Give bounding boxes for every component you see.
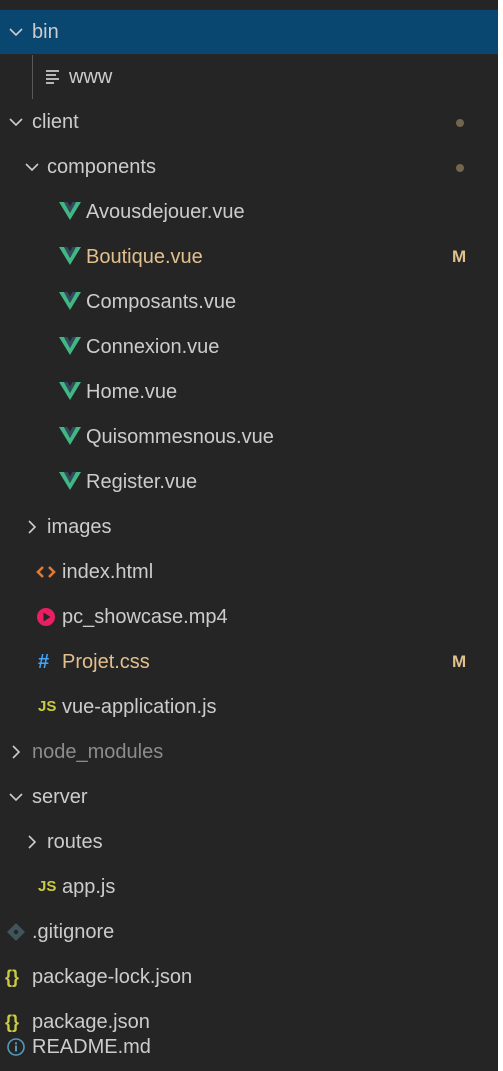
tree-item-label: Connexion.vue (86, 336, 220, 358)
tree-item-readme-file[interactable]: README.md (0, 1025, 498, 1069)
javascript-icon: JS (38, 698, 57, 715)
tree-item-home-file[interactable]: Home.vue (0, 370, 498, 414)
tree-item-quisommesnous-file[interactable]: Quisommesnous.vue (0, 415, 498, 459)
git-modified-badge: M (452, 247, 467, 266)
info-icon (6, 1025, 28, 1069)
tree-item-index-html-file[interactable]: index.html (0, 550, 498, 594)
tree-item-label: app.js (62, 876, 116, 898)
tree-item-pc-showcase-file[interactable]: pc_showcase.mp4 (0, 595, 498, 639)
tree-item-label: README.md (32, 1036, 151, 1058)
chevron-down-icon[interactable] (6, 100, 24, 144)
tree-item-components-folder[interactable]: components (0, 145, 498, 189)
tree-item-label: server (32, 786, 88, 808)
tree-item-label: bin (32, 21, 59, 43)
tree-item-package-lock-json-file[interactable]: {} package-lock.json (0, 955, 498, 999)
chevron-down-icon[interactable] (6, 775, 24, 819)
tree-item-projet-css-file[interactable]: # Projet.css M (0, 640, 498, 684)
chevron-right-icon[interactable] (22, 505, 40, 549)
tree-item-app-js-file[interactable]: JS app.js (0, 865, 498, 909)
tree-item-label: pc_showcase.mp4 (62, 606, 228, 628)
tree-item-label: .gitignore (32, 921, 115, 943)
json-braces-icon: {} (5, 967, 20, 987)
tree-item-connexion-file[interactable]: Connexion.vue (0, 325, 498, 369)
text-file-icon (44, 55, 66, 99)
tree-item-bin-folder[interactable]: bin (0, 10, 498, 54)
git-modified-badge: M (452, 652, 467, 671)
tree-item-vue-application-js-file[interactable]: JS vue-application.js (0, 685, 498, 729)
tree-item-label: Register.vue (86, 471, 198, 493)
vue-icon (59, 190, 81, 234)
tree-item-label: Home.vue (86, 381, 178, 403)
tree-item-node-modules-folder[interactable]: node_modules (0, 730, 498, 774)
tree-item-label: Avousdejouer.vue (86, 201, 245, 223)
tree-item-avousdejouer-file[interactable]: Avousdejouer.vue (0, 190, 498, 234)
tree-item-label: Projet.css (62, 651, 150, 673)
file-explorer-tree: bin www client components Avousdejouer.v… (0, 0, 498, 1071)
tree-item-label: Composants.vue (86, 291, 237, 313)
chevron-down-icon[interactable] (22, 145, 40, 189)
tree-item-composants-file[interactable]: Composants.vue (0, 280, 498, 324)
vue-icon (59, 325, 81, 369)
tree-item-routes-folder[interactable]: routes (0, 820, 498, 864)
panel-edge (498, 0, 503, 1071)
chevron-right-icon[interactable] (6, 730, 24, 774)
modified-dot-icon (456, 164, 464, 172)
tree-item-label: Quisommesnous.vue (86, 426, 274, 448)
tree-item-www-file[interactable]: www (0, 55, 498, 99)
html-icon (36, 550, 58, 594)
tree-item-client-folder[interactable]: client (0, 100, 498, 144)
tree-item-label: routes (47, 831, 103, 853)
javascript-icon: JS (38, 878, 57, 895)
tree-item-label: node_modules (32, 741, 164, 763)
css-hash-icon: # (38, 651, 50, 673)
tree-item-label: components (47, 156, 156, 178)
chevron-right-icon[interactable] (22, 820, 40, 864)
tree-item-images-folder[interactable]: images (0, 505, 498, 549)
tree-item-label: vue-application.js (62, 696, 217, 718)
tree-item-gitignore-file[interactable]: .gitignore (0, 910, 498, 954)
indent-guide (32, 55, 33, 99)
tree-item-boutique-file[interactable]: Boutique.vue M (0, 235, 498, 279)
tree-item-label: www (69, 66, 113, 88)
modified-dot-icon (456, 119, 464, 127)
vue-icon (59, 235, 81, 279)
tree-item-server-folder[interactable]: server (0, 775, 498, 819)
vue-icon (59, 280, 81, 324)
vue-icon (59, 415, 81, 459)
tree-item-label: index.html (62, 561, 154, 583)
tree-item-register-file[interactable]: Register.vue (0, 460, 498, 504)
vue-icon (59, 370, 81, 414)
git-icon (6, 910, 28, 954)
tree-item-label: images (47, 516, 112, 538)
video-play-icon (36, 595, 58, 639)
chevron-down-icon[interactable] (6, 10, 24, 54)
tree-item-label: package-lock.json (32, 966, 193, 988)
vue-icon (59, 460, 81, 504)
tree-item-label: client (32, 111, 79, 133)
tree-item-label: Boutique.vue (86, 246, 203, 268)
